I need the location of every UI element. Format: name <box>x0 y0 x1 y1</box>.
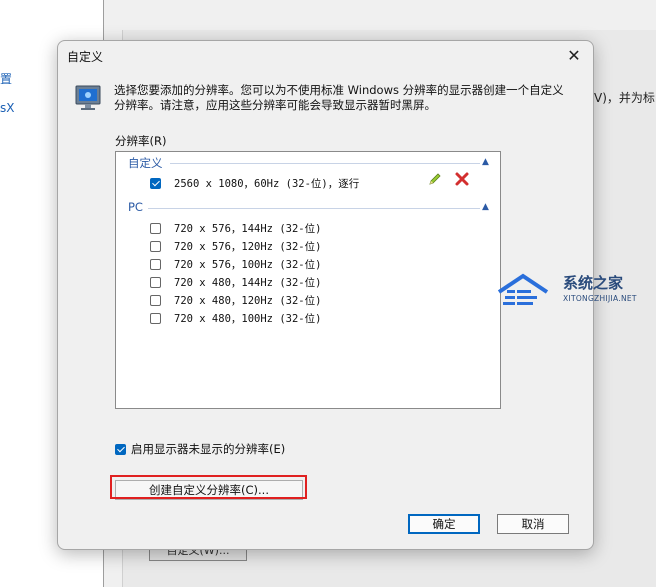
edit-pencil-icon[interactable] <box>428 172 442 186</box>
enable-unsupported-checkbox[interactable] <box>115 443 126 455</box>
resolution-list[interactable]: 自定义 ▲ 2560 x 1080，60Hz (32-位)，逐行 PC ▲ 72… <box>115 151 501 409</box>
background-sidebar-item[interactable]: 置 <box>0 70 12 87</box>
list-item-label: 720 x 576，144Hz (32-位) <box>174 222 322 235</box>
list-item-label: 2560 x 1080，60Hz (32-位)，逐行 <box>174 177 360 190</box>
list-item[interactable]: 720 x 576，120Hz (32-位) <box>150 237 321 255</box>
group-header-pc[interactable]: PC <box>128 200 143 214</box>
list-item[interactable]: 720 x 576，100Hz (32-位) <box>150 255 321 273</box>
monitor-icon <box>75 85 101 110</box>
background-text: V)，并为标 <box>594 91 655 105</box>
dialog-titlebar[interactable]: 自定义 ✕ <box>58 41 593 71</box>
watermark-title: 系统之家 <box>563 274 624 292</box>
list-item[interactable]: 720 x 480，100Hz (32-位) <box>150 309 321 327</box>
close-icon[interactable]: ✕ <box>563 45 585 67</box>
list-item[interactable]: 720 x 576，144Hz (32-位) <box>150 219 321 237</box>
watermark: 系统之家 XITONGZHIJIA.NET <box>493 268 648 318</box>
checkbox[interactable] <box>150 312 161 324</box>
chevron-up-icon[interactable]: ▲ <box>482 158 492 167</box>
house-logo-icon <box>497 273 549 305</box>
dialog-title: 自定义 <box>67 50 104 64</box>
list-item-label: 720 x 576，120Hz (32-位) <box>174 240 322 253</box>
highlight-box <box>110 475 307 499</box>
checkbox[interactable] <box>150 276 161 288</box>
list-item-label: 720 x 480，100Hz (32-位) <box>174 312 322 325</box>
checkbox[interactable] <box>150 294 161 306</box>
list-item[interactable]: 720 x 480，120Hz (32-位) <box>150 291 321 309</box>
watermark-subtitle: XITONGZHIJIA.NET <box>563 294 637 303</box>
checkbox[interactable] <box>150 177 161 189</box>
checkbox[interactable] <box>150 240 161 252</box>
background-sidebar-item[interactable]: sX <box>0 101 14 115</box>
checkbox[interactable] <box>150 222 161 234</box>
list-item[interactable]: 720 x 480，144Hz (32-位) <box>150 273 321 291</box>
ok-button[interactable]: 确定 <box>408 514 480 534</box>
list-item-label: 720 x 480，144Hz (32-位) <box>174 276 322 289</box>
delete-icon[interactable] <box>454 171 470 187</box>
group-divider <box>170 163 480 164</box>
dialog-description: 选择您要添加的分辨率。您可以为不使用标准 Windows 分辨率的显示器创建一个… <box>114 83 564 112</box>
resolution-list-label: 分辨率(R) <box>115 134 167 148</box>
enable-unsupported-label: 启用显示器未显示的分辨率(E) <box>131 442 286 456</box>
chevron-up-icon[interactable]: ▲ <box>482 203 492 212</box>
list-item-label: 720 x 576，100Hz (32-位) <box>174 258 322 271</box>
group-divider <box>148 208 480 209</box>
cancel-button[interactable]: 取消 <box>497 514 569 534</box>
group-header-custom[interactable]: 自定义 <box>128 155 163 171</box>
checkbox[interactable] <box>150 258 161 270</box>
list-item-label: 720 x 480，120Hz (32-位) <box>174 294 322 307</box>
enable-unsupported-row[interactable]: 启用显示器未显示的分辨率(E) <box>115 441 285 457</box>
list-item[interactable]: 2560 x 1080，60Hz (32-位)，逐行 <box>150 174 359 192</box>
